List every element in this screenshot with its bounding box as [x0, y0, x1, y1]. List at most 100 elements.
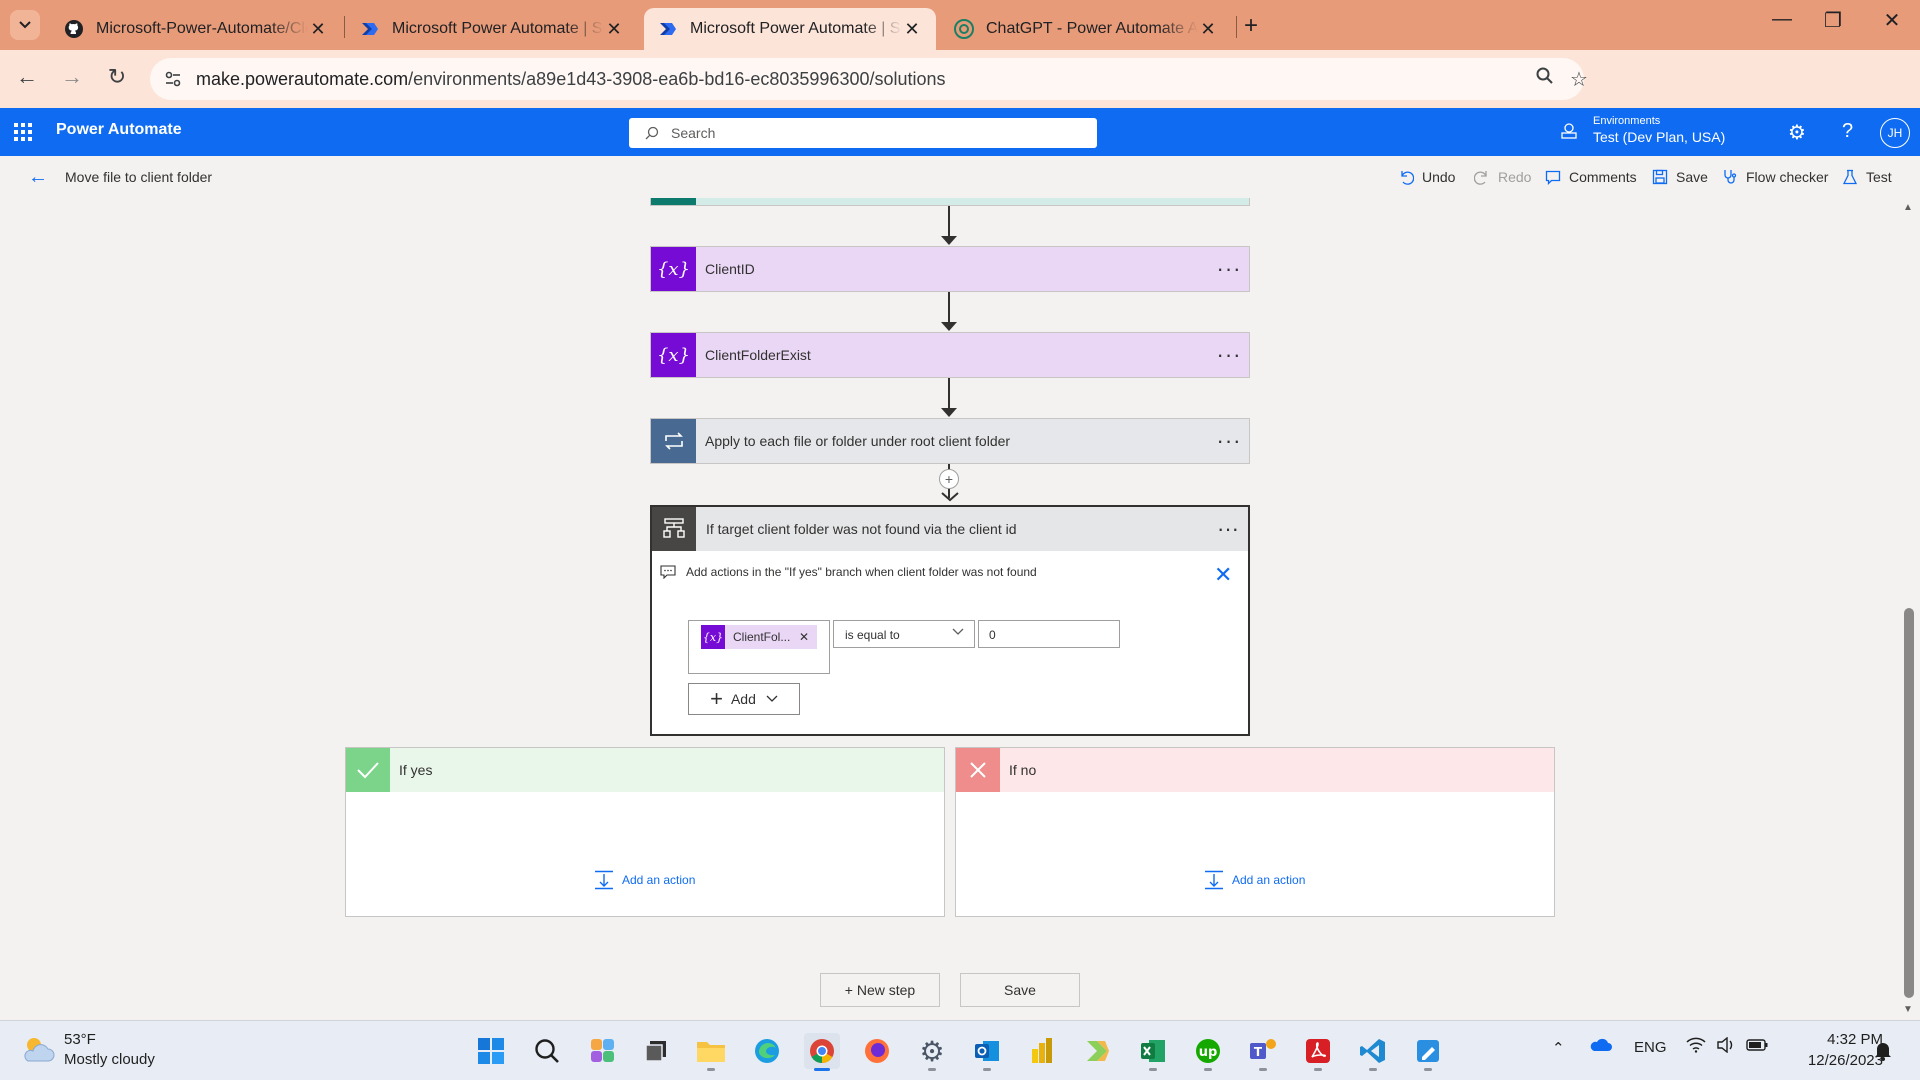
comments-button[interactable]: Comments — [1545, 169, 1637, 185]
browser-tab-2[interactable]: Microsoft Power Automate | So ✕ — [346, 8, 638, 50]
more-options-icon[interactable]: ··· — [1209, 428, 1249, 454]
upwork-icon[interactable]: up — [1190, 1033, 1226, 1071]
redo-button[interactable]: Redo — [1474, 169, 1531, 185]
windows-start-icon[interactable] — [473, 1033, 509, 1069]
insert-step-plus-icon[interactable]: + — [939, 469, 959, 489]
canvas-scrollbar[interactable]: ▲ ▼ — [1898, 198, 1920, 1020]
operator-select[interactable]: is equal to — [833, 620, 975, 648]
url-bar[interactable]: make.powerautomate.com/environments/a89e… — [150, 58, 1588, 100]
test-button[interactable]: Test — [1842, 169, 1892, 185]
condition-value-input[interactable]: 0 — [978, 620, 1120, 648]
scroll-down-icon[interactable]: ▼ — [1903, 1004, 1913, 1015]
firefox-icon[interactable] — [859, 1033, 895, 1069]
add-condition-button[interactable]: + Add — [688, 683, 800, 715]
copilot-icon[interactable] — [585, 1033, 621, 1069]
settings-gear-icon[interactable]: ⚙ — [914, 1033, 950, 1071]
environment-name[interactable]: Test (Dev Plan, USA) — [1593, 129, 1725, 145]
more-options-icon[interactable]: ··· — [1209, 256, 1249, 282]
back-arrow-icon[interactable]: ← — [12, 64, 42, 90]
scrollbar-thumb[interactable] — [1904, 608, 1914, 998]
branch-label: If no — [1009, 762, 1037, 778]
condition-left-operand[interactable]: {x} ClientFol... ✕ — [688, 620, 830, 674]
notification-bell-icon[interactable] — [1874, 1041, 1892, 1065]
battery-icon[interactable] — [1746, 1038, 1768, 1056]
tab-title: Microsoft Power Automate | So — [690, 20, 902, 37]
condition-header[interactable]: If target client folder was not found vi… — [652, 507, 1248, 551]
edge-icon[interactable] — [749, 1033, 785, 1069]
dynamic-content-token[interactable]: {x} ClientFol... ✕ — [701, 625, 817, 649]
language-indicator[interactable]: ENG — [1634, 1039, 1667, 1056]
power-automate-desktop-icon[interactable] — [1080, 1033, 1116, 1069]
browser-tab-4[interactable]: ChatGPT - Power Automate Ass ✕ — [940, 8, 1232, 50]
new-tab-button[interactable]: + — [1244, 12, 1258, 40]
undo-button[interactable]: Undo — [1398, 169, 1455, 185]
operator-value: is equal to — [845, 628, 900, 642]
onedrive-cloud-icon[interactable] — [1590, 1037, 1612, 1057]
reload-icon[interactable]: ↻ — [102, 64, 132, 90]
teams-icon[interactable]: T — [1245, 1033, 1281, 1071]
window-close-button[interactable]: ✕ — [1872, 8, 1912, 33]
bookmark-star-icon[interactable]: ☆ — [1570, 67, 1588, 92]
restore-button[interactable]: ❐ — [1813, 8, 1853, 33]
show-hidden-icons-chevron-up-icon[interactable]: ⌃ — [1552, 1039, 1565, 1057]
weather-cloudy-icon[interactable] — [20, 1033, 56, 1070]
forward-arrow-icon[interactable]: → — [57, 64, 87, 90]
app-name[interactable]: Power Automate — [56, 121, 182, 139]
taskbar-search-icon[interactable] — [529, 1033, 565, 1069]
condition-card[interactable]: If target client folder was not found vi… — [650, 505, 1250, 736]
weather-condition[interactable]: Mostly cloudy — [64, 1051, 155, 1068]
step-card-clientid[interactable]: {x} ClientID ··· — [650, 246, 1250, 292]
zoom-icon[interactable] — [1536, 67, 1554, 91]
vscode-icon[interactable] — [1355, 1033, 1391, 1071]
close-icon[interactable]: ✕ — [902, 19, 922, 40]
excel-icon[interactable] — [1135, 1033, 1171, 1071]
more-options-icon[interactable]: ··· — [1209, 342, 1249, 368]
help-icon[interactable]: ? — [1842, 120, 1853, 143]
close-icon[interactable]: ✕ — [1198, 19, 1218, 40]
clock-time[interactable]: 4:32 PM — [1793, 1031, 1883, 1048]
close-icon[interactable]: ✕ — [308, 19, 328, 40]
previous-step-card[interactable] — [650, 198, 1250, 206]
new-step-button[interactable]: + New step — [820, 973, 940, 1007]
avatar[interactable]: JH — [1880, 118, 1910, 148]
step-card-clientfolderexist[interactable]: {x} ClientFolderExist ··· — [650, 332, 1250, 378]
step-card-apply-to-each[interactable]: Apply to each file or folder under root … — [650, 418, 1250, 464]
add-action-button[interactable]: Add an action — [1204, 870, 1305, 890]
canvas-save-button[interactable]: Save — [960, 973, 1080, 1007]
app-launcher-icon[interactable] — [14, 123, 32, 141]
outlook-icon[interactable] — [969, 1033, 1005, 1071]
browser-tab-3[interactable]: Microsoft Power Automate | So ✕ — [644, 8, 936, 50]
save-button[interactable]: Save — [1652, 169, 1708, 185]
tab-search-button[interactable] — [10, 10, 40, 40]
paint-icon[interactable] — [1410, 1033, 1446, 1071]
add-action-button[interactable]: Add an action — [594, 870, 695, 890]
scroll-up-icon[interactable]: ▲ — [1903, 202, 1913, 213]
task-view-icon[interactable] — [638, 1033, 674, 1069]
volume-icon[interactable] — [1716, 1036, 1736, 1057]
site-settings-icon[interactable] — [164, 70, 182, 93]
browser-tab-1[interactable]: Microsoft-Power-Automate/Clo ✕ — [50, 8, 342, 50]
branch-header[interactable]: If no — [956, 748, 1554, 792]
file-explorer-icon[interactable] — [693, 1033, 729, 1071]
search-icon — [645, 126, 659, 140]
weather-temperature[interactable]: 53°F — [64, 1031, 96, 1048]
back-arrow-icon[interactable]: ← — [28, 166, 48, 189]
close-icon[interactable]: ✕ — [604, 19, 624, 40]
minimize-button[interactable]: — — [1762, 8, 1802, 31]
remove-token-icon[interactable]: ✕ — [799, 630, 809, 644]
search-input[interactable]: Search — [629, 118, 1097, 148]
wifi-icon[interactable] — [1686, 1037, 1706, 1057]
flow-checker-button[interactable]: Flow checker — [1722, 169, 1828, 185]
power-bi-icon[interactable] — [1024, 1033, 1060, 1069]
branch-header[interactable]: If yes — [346, 748, 944, 792]
close-comment-icon[interactable]: ✕ — [1214, 562, 1232, 588]
acrobat-icon[interactable] — [1300, 1033, 1336, 1071]
clock-date[interactable]: 12/26/2023 — [1783, 1052, 1883, 1069]
chrome-icon[interactable] — [804, 1033, 840, 1071]
more-options-icon[interactable]: ··· — [1208, 516, 1248, 542]
running-indicator — [1424, 1068, 1432, 1071]
environments-label[interactable]: Environments — [1593, 115, 1660, 127]
condition-comment[interactable]: Add actions in the "If yes" branch when … — [660, 565, 1037, 579]
settings-gear-icon[interactable]: ⚙ — [1788, 120, 1806, 145]
add-action-label: Add an action — [622, 873, 696, 887]
